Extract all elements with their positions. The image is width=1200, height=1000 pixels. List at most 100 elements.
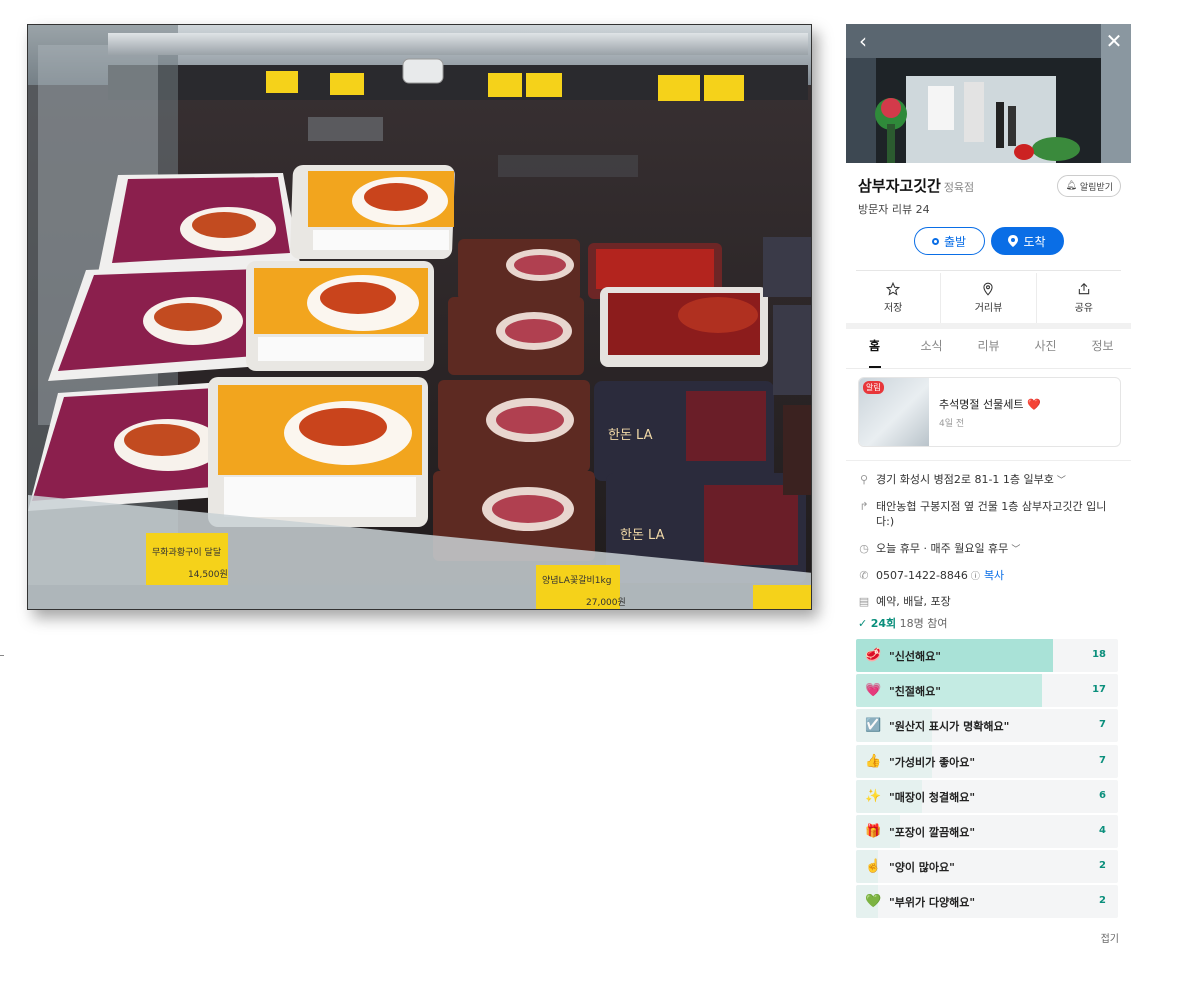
phone-icon: ✆	[859, 569, 869, 582]
keyword-label: "친절해요"	[889, 685, 941, 699]
pack-brown-1	[458, 239, 580, 301]
keyword-label: "신선해요"	[889, 650, 941, 663]
route-end-button[interactable]: 도착	[990, 227, 1064, 255]
place-name: 삼부자고깃간	[858, 177, 941, 195]
clock-icon: ◷	[859, 542, 869, 555]
copy-button[interactable]: 복사	[984, 569, 1004, 582]
keyword-count: 6	[1099, 789, 1106, 801]
svg-text:무화과황구이 달달: 무화과황구이 달달	[152, 546, 221, 558]
keyword-bar: 💗 "친절해요" 17	[856, 674, 1118, 708]
price-tag-1: 무화과황구이 달달 14,500원	[146, 533, 228, 585]
directions-row: ↱ 태안농협 구봉지점 옆 건물 1층 삼부자고깃간 입니다:)	[858, 499, 1121, 529]
news-card[interactable]: 알림 추석명절 선물세트 ❤️ 4일 전	[858, 377, 1121, 447]
street-view-button[interactable]: 거리뷰	[941, 273, 1037, 323]
keyword-count: 17	[1092, 684, 1106, 696]
keyword-emoji-icon: ✨	[865, 788, 882, 804]
keyword-emoji-icon: 👍	[865, 753, 882, 769]
fold-button[interactable]: 접기	[1101, 930, 1119, 945]
check-icon: ✓	[858, 617, 868, 630]
chevron-down-icon: ﹀	[1056, 476, 1066, 486]
svg-text:양념LA꽃갈비1kg: 양념LA꽃갈비1kg	[542, 575, 611, 586]
pack-orange-top	[290, 165, 455, 259]
info-icon: ⓘ	[970, 572, 980, 582]
keyword-bar: ☑️ "원산지 표시가 명확해요" 7	[856, 709, 1118, 743]
keyword-bar: ☝️ "양이 많아요" 2	[856, 850, 1118, 884]
map-pin-icon: ⚲	[859, 473, 869, 486]
keyword-count: 18	[1092, 649, 1106, 660]
chevron-down-icon: ﹀	[1011, 545, 1021, 555]
pack-orange-middle	[246, 261, 434, 371]
pack-orange-bottom	[208, 377, 428, 527]
storefront-image	[846, 24, 1131, 163]
pack-brown-3	[438, 380, 590, 472]
pack-purple-top	[98, 173, 300, 273]
keyword-emoji-icon: 🎁	[865, 824, 882, 839]
hours-text: 오늘 휴무 · 매주 월요일 휴무	[876, 542, 1009, 555]
keyword-bar-fill	[856, 639, 1053, 672]
keyword-bar-fill	[856, 674, 1042, 708]
store-icon: ▤	[858, 595, 870, 608]
storefront-photo[interactable]: ‹ ✕	[846, 24, 1131, 163]
svg-text:27,000원: 27,000원	[586, 597, 626, 608]
svg-text:14,500원: 14,500원	[188, 569, 228, 580]
pack-brown-2	[448, 297, 584, 375]
keyword-emoji-icon: 💗	[865, 683, 882, 699]
keyword-bar: 💚 "부위가 다양해요" 2	[856, 885, 1118, 919]
back-button[interactable]: ‹	[852, 30, 874, 52]
svg-text:한돈 LA: 한돈 LA	[620, 528, 665, 543]
bell-icon: 🔔︎	[1065, 181, 1077, 191]
keyword-bar: 👍 "가성비가 좋아요" 7	[856, 744, 1118, 778]
map-pin-icon	[1008, 235, 1019, 247]
pack-red-2	[600, 287, 768, 367]
price-tag-2: 양념LA꽃갈비1kg 27,000원	[536, 565, 626, 609]
divider	[846, 460, 1131, 461]
divider-mark	[0, 655, 4, 656]
tab-reviews[interactable]: 리뷰	[960, 331, 1017, 368]
keyword-bar: ✨ "매장이 청결해요" 6	[856, 779, 1118, 813]
route-end-label: 도착	[1023, 234, 1046, 249]
tab-news[interactable]: 소식	[903, 331, 960, 368]
tab-bar: 홈 소식 리뷰 사진 정보	[846, 331, 1131, 369]
keyword-label: "가성비가 좋아요"	[889, 755, 976, 769]
news-badge: 알림	[863, 381, 884, 394]
keyword-count: 2	[1099, 860, 1106, 872]
keyword-bar: 🎁 "포장이 깔끔해요" 4	[856, 815, 1118, 848]
visitor-review-link[interactable]: 방문자 리뷰 24	[858, 201, 930, 217]
tab-home[interactable]: 홈	[846, 331, 903, 368]
summary-count: 24회	[870, 617, 897, 630]
divider	[856, 270, 1121, 271]
news-date: 4일 전	[939, 418, 965, 429]
review-summary: ✓ 24회 18명 참여	[858, 615, 948, 631]
alarm-button[interactable]: 🔔︎ 알림받기	[1057, 175, 1121, 197]
hours-row[interactable]: ◷ 오늘 휴무 · 매주 월요일 휴무 ﹀	[858, 541, 1121, 558]
svg-text:한돈 LA: 한돈 LA	[608, 428, 653, 443]
action-row: 저장 거리뷰 공유	[846, 273, 1131, 323]
news-title: 추석명절 선물세트 ❤️	[939, 397, 1041, 411]
share-label: 공유	[1074, 303, 1094, 314]
summary-people: 18명 참여	[899, 617, 948, 630]
keyword-label: "매장이 청결해요"	[889, 790, 976, 804]
share-icon	[1078, 283, 1090, 295]
directions-text: 태안농협 구봉지점 옆 건물 1층 삼부자고깃간 입니다:)	[876, 500, 1107, 528]
phone-row: ✆ 0507-1422-8846 ⓘ 복사	[858, 568, 1121, 585]
address-row[interactable]: ⚲ 경기 화성시 병점2로 81-1 1층 일부호 ﹀	[858, 472, 1121, 489]
keyword-emoji-icon: 🥩	[865, 648, 882, 663]
location-icon	[983, 282, 994, 296]
street-view-label: 거리뷰	[974, 303, 1003, 314]
keyword-count: 4	[1099, 825, 1106, 836]
keyword-count: 7	[1099, 719, 1106, 731]
save-button[interactable]: 저장	[846, 273, 942, 323]
place-info-panel: ‹ ✕ 삼부자고깃간 정육점 🔔︎ 알림받기 방문자 리뷰 24 출발 도착 저장…	[846, 24, 1131, 954]
keyword-label: "양이 많아요"	[889, 861, 955, 875]
news-thumbnail: 알림	[859, 378, 929, 446]
keyword-emoji-icon: ☝️	[865, 859, 882, 875]
route-start-label: 출발	[943, 234, 967, 249]
tab-info[interactable]: 정보	[1074, 331, 1131, 368]
place-title: 삼부자고깃간 정육점	[858, 175, 974, 196]
address-text: 경기 화성시 병점2로 81-1 1층 일부호	[876, 473, 1054, 486]
route-start-button[interactable]: 출발	[913, 227, 985, 255]
tab-photos[interactable]: 사진	[1017, 331, 1074, 368]
close-button[interactable]: ✕	[1103, 30, 1125, 52]
share-button[interactable]: 공유	[1037, 273, 1131, 323]
pack-navy-1: 한돈 LA	[594, 381, 774, 481]
